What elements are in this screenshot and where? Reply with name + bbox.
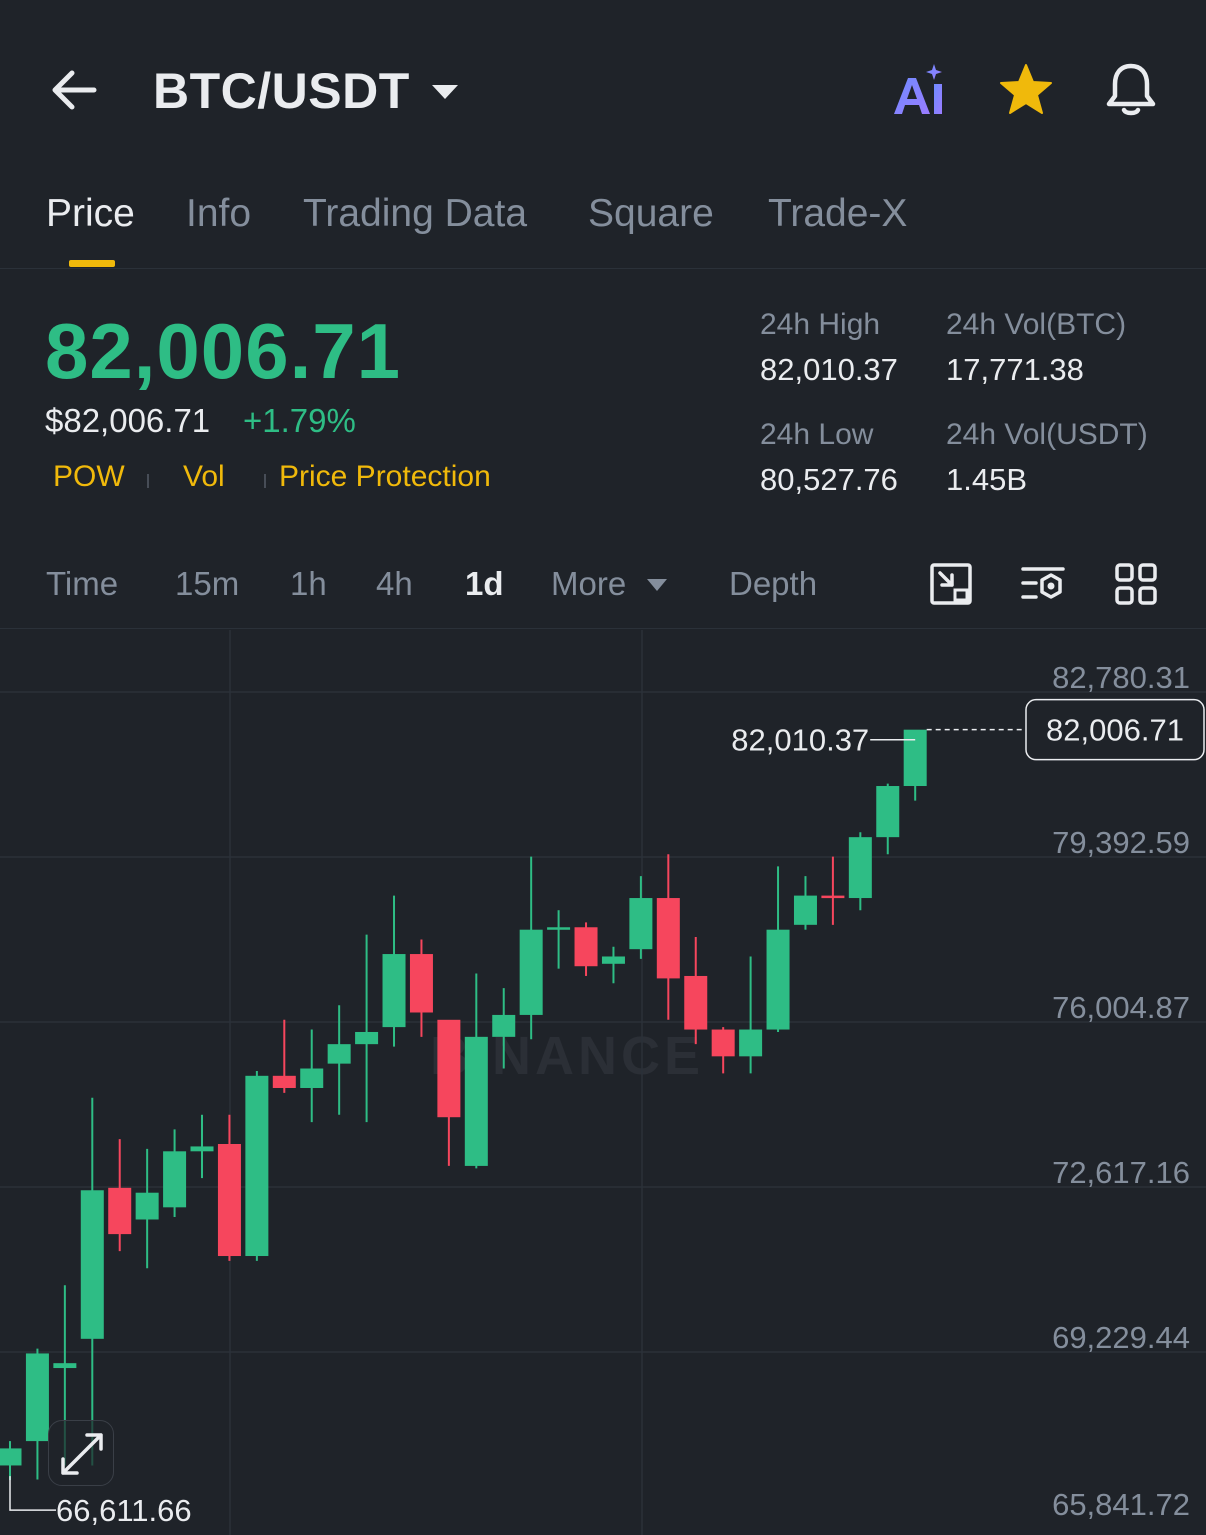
- current-price-label: 82,006.71: [1046, 713, 1184, 748]
- y-axis-tick-label: 69,229.44: [1052, 1320, 1190, 1355]
- interval-1h[interactable]: 1h: [290, 565, 327, 603]
- interval-4h[interactable]: 4h: [376, 565, 413, 603]
- candle-body: [629, 898, 653, 950]
- candle-body: [327, 1044, 351, 1064]
- interval-1d[interactable]: 1d: [465, 565, 504, 603]
- vol-usdt-label: 24h Vol(USDT): [946, 418, 1148, 451]
- trading-pair-title[interactable]: BTC/USDT: [153, 62, 410, 120]
- tag-price-protection[interactable]: Price Protection: [279, 460, 491, 494]
- candle-body: [300, 1068, 324, 1088]
- tab-trade-x[interactable]: Trade-X: [768, 192, 907, 236]
- tab-trading-data[interactable]: Trading Data: [303, 192, 527, 236]
- low-24h-label: 24h Low: [760, 418, 874, 451]
- star-icon[interactable]: [998, 62, 1054, 118]
- candle-body: [684, 975, 708, 1030]
- interval-bar: Time 15m 1h 4h 1d More Depth: [0, 545, 1206, 629]
- top-bar: BTC/USDT: [0, 0, 1206, 170]
- candle-body: [848, 837, 872, 899]
- y-axis-tick-label: 72,617.16: [1052, 1155, 1190, 1190]
- interval-15m[interactable]: 15m: [175, 565, 239, 603]
- bell-icon[interactable]: [1102, 60, 1160, 118]
- candle-body: [245, 1075, 269, 1257]
- active-tab-indicator: [69, 260, 115, 267]
- y-axis-tick-label: 82,780.31: [1052, 660, 1190, 695]
- candle-body: [766, 929, 790, 1030]
- candle-body: [382, 954, 406, 1028]
- y-axis-tick-label: 76,004.87: [1052, 990, 1190, 1025]
- tab-info[interactable]: Info: [186, 192, 251, 236]
- tag-pow[interactable]: POW: [53, 460, 125, 494]
- expand-arrows-icon: [61, 1433, 103, 1475]
- vol-btc-value: 17,771.38: [946, 352, 1084, 387]
- candle-body: [821, 895, 845, 899]
- chart-expand-icon[interactable]: [928, 561, 974, 607]
- back-arrow-icon[interactable]: [48, 64, 104, 116]
- candle-body: [135, 1192, 159, 1220]
- ai-icon[interactable]: [890, 60, 952, 118]
- chart-canvas[interactable]: 82,780.31 79,392.59 76,004.87 72,617.16 69,2…: [0, 630, 1206, 1535]
- candle-body: [272, 1075, 296, 1088]
- low-24h-value: 80,527.76: [760, 462, 898, 497]
- usd-price: $82,006.71: [45, 402, 211, 439]
- candlestick-chart[interactable]: BINANCE 82,780.31 79,392.59 76,004.87 72,61…: [0, 630, 1206, 1535]
- candle-body: [903, 729, 927, 787]
- candle-body: [80, 1190, 104, 1339]
- max-price-label: 82,010.37: [731, 723, 869, 758]
- last-price: 82,006.71: [45, 307, 402, 395]
- candle-body: [711, 1029, 735, 1057]
- candle-body: [464, 1036, 488, 1166]
- candle-body: [492, 1014, 516, 1037]
- candle-body: [217, 1144, 241, 1257]
- high-24h-label: 24h High: [760, 308, 881, 341]
- y-axis-tick-label: 65,841.72: [1052, 1487, 1190, 1522]
- fullscreen-button[interactable]: [48, 1420, 114, 1486]
- candle-body: [190, 1146, 214, 1152]
- price-change-percent: +1.79%: [243, 402, 356, 439]
- caret-down-icon[interactable]: [430, 82, 460, 102]
- interval-time[interactable]: Time: [46, 565, 118, 603]
- candle-body: [355, 1031, 379, 1045]
- vol-usdt-value: 1.45B: [946, 462, 1028, 497]
- candle-body: [601, 956, 625, 964]
- interval-more[interactable]: More: [551, 565, 626, 603]
- candle-body: [574, 927, 598, 967]
- candle-body: [547, 927, 571, 930]
- min-price-label: 66,611.66: [56, 1493, 192, 1528]
- candle-body: [409, 954, 433, 1013]
- candle-body: [108, 1187, 132, 1235]
- layout-grid-icon[interactable]: [1113, 561, 1159, 607]
- tab-square[interactable]: Square: [588, 192, 714, 236]
- candle-body: [163, 1151, 187, 1208]
- candle-body: [656, 898, 680, 979]
- tab-price[interactable]: Price: [46, 192, 135, 236]
- vol-btc-label: 24h Vol(BTC): [946, 308, 1127, 341]
- y-axis-tick-label: 79,392.59: [1052, 825, 1190, 860]
- candle-body: [519, 929, 543, 1015]
- tag-divider: [147, 474, 149, 488]
- high-24h-value: 82,010.37: [760, 352, 898, 387]
- candle-body: [739, 1029, 763, 1057]
- candle-body: [437, 1019, 461, 1118]
- tag-divider: [264, 474, 266, 488]
- candle-body: [0, 1448, 22, 1466]
- candle-body: [876, 786, 900, 838]
- interval-depth[interactable]: Depth: [729, 565, 817, 603]
- main-tabs: Price Info Trading Data Square Trade-X: [0, 180, 1206, 269]
- candle-body: [53, 1363, 77, 1369]
- indicator-settings-icon[interactable]: [1020, 561, 1066, 607]
- tag-vol[interactable]: Vol: [183, 460, 225, 494]
- candle-body: [25, 1353, 49, 1442]
- candle-body: [793, 895, 817, 925]
- caret-down-icon[interactable]: [646, 578, 668, 592]
